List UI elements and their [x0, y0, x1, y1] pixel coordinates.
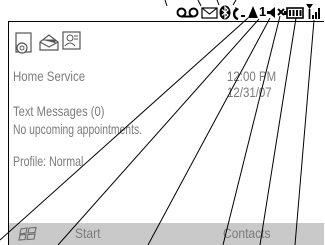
callout-lines: [0, 0, 315, 245]
phone-screen-diagram: { "home": { "service": "Home Service", "…: [0, 0, 325, 245]
